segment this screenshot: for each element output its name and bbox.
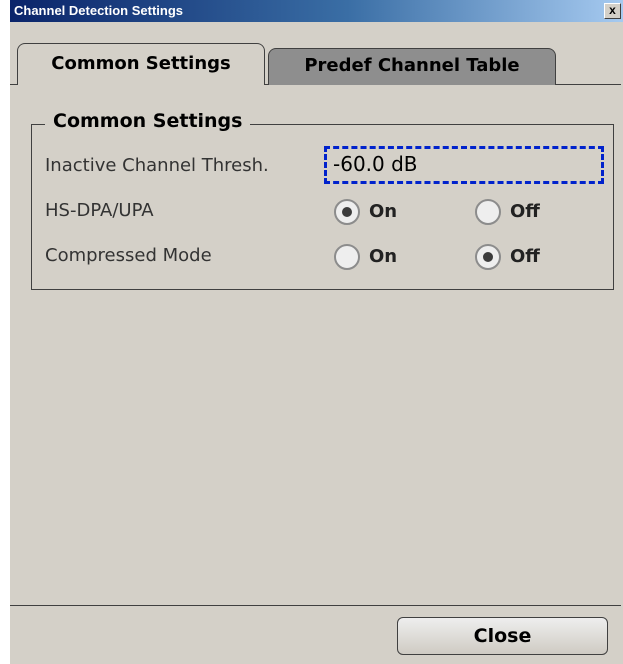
hsdpa-off-label: Off [510, 201, 540, 222]
hsdpa-on-radio[interactable] [334, 199, 360, 225]
group-title: Common Settings [45, 110, 251, 132]
compressed-on-radio[interactable] [334, 244, 360, 270]
window-title: Channel Detection Settings [14, 3, 184, 18]
compressed-off-label: Off [510, 246, 540, 267]
hsdpa-label: HS-DPA/UPA [45, 200, 154, 221]
hsdpa-off-radio[interactable] [475, 199, 501, 225]
close-button[interactable]: Close [397, 617, 608, 655]
tab-common-settings-label: Common Settings [51, 53, 231, 74]
inactive-threshold-field[interactable]: -60.0 dB [324, 146, 604, 184]
tab-common-settings[interactable]: Common Settings [17, 43, 265, 85]
compressed-off-radio[interactable] [475, 244, 501, 270]
tab-predef-channel-table[interactable]: Predef Channel Table [268, 48, 556, 85]
compressed-on-label: On [369, 246, 398, 267]
compressed-mode-label: Compressed Mode [45, 245, 212, 266]
tab-predef-channel-table-label: Predef Channel Table [304, 55, 520, 76]
dialog-window: Channel Detection Settings x Common Sett… [10, 0, 623, 664]
close-window-icon[interactable]: x [604, 3, 621, 19]
inactive-threshold-label: Inactive Channel Thresh. [45, 155, 269, 176]
hsdpa-on-label: On [369, 201, 398, 222]
title-bar[interactable]: Channel Detection Settings x [10, 0, 623, 22]
